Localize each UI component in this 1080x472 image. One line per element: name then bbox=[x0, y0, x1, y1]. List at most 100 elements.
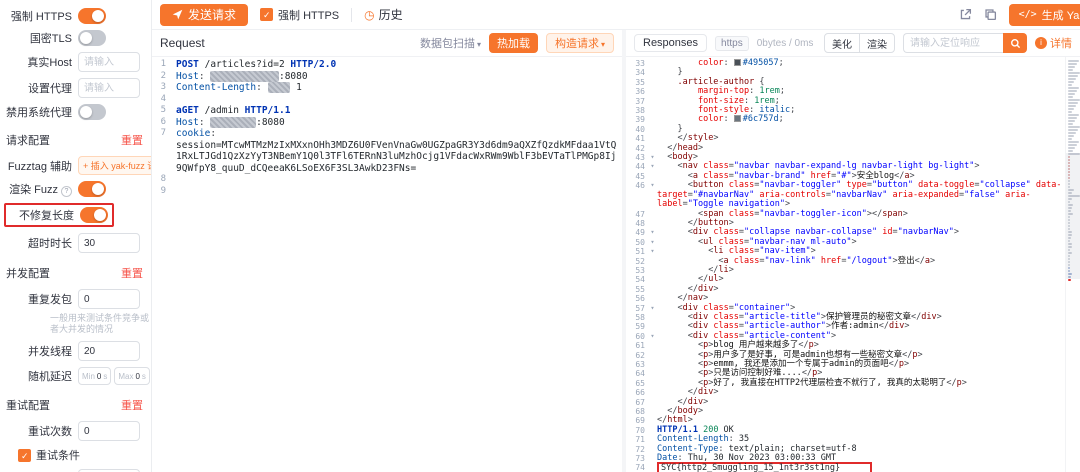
concurrent-config-title: 并发配置 bbox=[6, 268, 50, 280]
line-number: 50 bbox=[635, 237, 645, 247]
fold-icon[interactable]: ▾ bbox=[648, 228, 657, 237]
retry-condition-checkbox[interactable] bbox=[18, 448, 31, 462]
fold-icon[interactable]: ▾ bbox=[648, 332, 657, 341]
fold-icon[interactable]: ▾ bbox=[648, 304, 657, 313]
protocol-tag: https bbox=[715, 35, 749, 51]
line-number: 34 bbox=[635, 68, 645, 78]
detail-button[interactable]: i 详情 bbox=[1035, 35, 1072, 51]
responses-tab[interactable]: Responses bbox=[634, 34, 708, 52]
minimap[interactable] bbox=[1065, 57, 1080, 472]
proxy-input[interactable] bbox=[78, 78, 140, 98]
line-number: 65 bbox=[635, 378, 645, 388]
render-fuzz-label: 渲染 Fuzz? bbox=[4, 181, 72, 197]
generate-yaml-label: 生成 Yaml 模板 bbox=[1041, 9, 1080, 22]
fuzztag-row: Fuzztag 辅助 + 插入 yak-fuzz 语法 bbox=[4, 156, 151, 175]
code-line[interactable]: 74 SYC{http2_Smuggling_15_1nt3r3st1ng} bbox=[626, 462, 1065, 472]
proxy-row: 设置代理 bbox=[4, 78, 145, 98]
generate-yaml-button[interactable]: </> 生成 Yaml 模板 bbox=[1008, 3, 1080, 26]
search-button[interactable] bbox=[1003, 33, 1027, 53]
beautify-button[interactable]: 美化 bbox=[824, 33, 860, 53]
line-number: 59 bbox=[635, 322, 645, 332]
line-number: 54 bbox=[635, 275, 645, 285]
timeout-label: 超时时长 bbox=[28, 238, 72, 250]
code-line[interactable]: 46 ▾ <button class="navbar-toggler" type=… bbox=[626, 180, 1065, 210]
code-line[interactable]: 4 bbox=[152, 94, 622, 106]
line-number: 4 bbox=[160, 93, 166, 104]
request-config-reset-link[interactable]: 重置 bbox=[121, 132, 143, 148]
delay-max-input[interactable]: Max 0 s bbox=[114, 367, 150, 385]
delay-min-input[interactable]: Min 0 s bbox=[78, 367, 112, 385]
code-line[interactable]: 2 Host: ████████████:8080 bbox=[152, 70, 622, 83]
line-number: 62 bbox=[635, 350, 645, 360]
line-number: 73 bbox=[635, 454, 645, 464]
code-line[interactable]: 8 bbox=[152, 174, 622, 186]
packet-scan-dropdown[interactable]: 数据包扫描 ▾ bbox=[420, 35, 481, 51]
fold-icon[interactable]: ▾ bbox=[648, 181, 657, 190]
response-header-actions: 美化 渲染 i 详情 bbox=[824, 33, 1072, 53]
code-line[interactable]: 5 aGET /admin HTTP/1.1 bbox=[152, 105, 622, 117]
line-number: 53 bbox=[635, 265, 645, 275]
code-text: <button class="navbar-toggler" type="but… bbox=[657, 180, 1062, 210]
flag-annotation-box: SYC{http2_Smuggling_15_1nt3r3st1ng} bbox=[657, 462, 873, 472]
repeat-send-input[interactable] bbox=[78, 289, 140, 309]
fold-icon[interactable]: ▾ bbox=[648, 162, 657, 171]
repeat-send-row: 重复发包 bbox=[4, 289, 145, 309]
line-number: 60 bbox=[635, 331, 645, 341]
copy-icon[interactable] bbox=[984, 8, 997, 21]
share-icon[interactable] bbox=[959, 8, 972, 21]
response-search-input[interactable] bbox=[903, 33, 1003, 53]
render-fuzz-toggle[interactable] bbox=[78, 181, 106, 197]
code-line[interactable]: 39 color: #6c757d; bbox=[626, 114, 1065, 125]
line-number: 38 bbox=[635, 106, 645, 116]
gm-tls-label: 国密TLS bbox=[29, 33, 72, 45]
line-number: 72 bbox=[635, 444, 645, 454]
concurrent-config-reset-link[interactable]: 重置 bbox=[121, 265, 143, 281]
line-number: 66 bbox=[635, 388, 645, 398]
code-line[interactable]: 6 Host: ████████:8080 bbox=[152, 116, 622, 129]
system-proxy-label: 禁用系统代理 bbox=[6, 107, 72, 119]
line-number: 49 bbox=[635, 228, 645, 238]
system-proxy-toggle[interactable] bbox=[78, 104, 106, 120]
random-delay-label: 随机延迟 bbox=[28, 371, 72, 383]
render-fuzz-row: 渲染 Fuzz? bbox=[4, 181, 145, 197]
send-request-button[interactable]: 发送请求 bbox=[160, 3, 249, 26]
code-text: aGET /admin HTTP/1.1 bbox=[176, 105, 291, 116]
response-editor[interactable]: 33 color: #495057; 34 } 35 .article-author… bbox=[626, 57, 1065, 472]
timeout-input[interactable] bbox=[78, 233, 140, 253]
insert-yak-fuzz-label: 插入 yak-fuzz 语法 bbox=[90, 161, 151, 171]
no-fix-length-toggle[interactable] bbox=[80, 207, 108, 223]
force-https-toggle[interactable] bbox=[78, 8, 106, 24]
retry-times-input[interactable] bbox=[78, 421, 140, 441]
line-number: 3 bbox=[160, 82, 166, 92]
request-editor[interactable]: 1 POST /articles?id=2 HTTP/2.0 2 Host: ████… bbox=[152, 57, 622, 472]
build-request-button[interactable]: 构造请求 ▾ bbox=[545, 33, 614, 53]
fuzzer-window: 强制 HTTPS 国密TLS 真实Host 设置代理 禁用系统代理 请求配置 重… bbox=[0, 0, 1080, 472]
divider bbox=[351, 7, 353, 22]
code-line[interactable]: 9 bbox=[152, 186, 622, 198]
code-line[interactable]: 1 POST /articles?id=2 HTTP/2.0 bbox=[152, 59, 622, 71]
code-line[interactable]: 33 color: #495057; bbox=[626, 58, 1065, 68]
real-host-input[interactable] bbox=[78, 52, 140, 72]
fold-icon[interactable]: ▾ bbox=[648, 153, 657, 162]
response-search bbox=[903, 33, 1027, 53]
code-line[interactable]: 7 cookie: session=MTcwMTMzMzIxMXxnOHh3MDZ… bbox=[152, 128, 622, 174]
repeat-send-help-text: 一般用来测试条件竞争或者大并发的情况 bbox=[50, 313, 150, 334]
line-number: 8 bbox=[160, 174, 166, 184]
line-number: 74 bbox=[635, 463, 645, 472]
threads-input[interactable] bbox=[78, 341, 140, 361]
minimap-viewport[interactable] bbox=[1066, 153, 1080, 279]
code-text: color: #6c757d; bbox=[697, 114, 784, 125]
force-https-checkbox-row[interactable]: 强制 HTTPS bbox=[260, 7, 339, 23]
fold-icon[interactable]: ▾ bbox=[648, 238, 657, 247]
history-button[interactable]: ◷ 历史 bbox=[364, 6, 403, 23]
line-number: 37 bbox=[635, 96, 645, 106]
retry-config-reset-link[interactable]: 重置 bbox=[121, 397, 143, 413]
force-https-checkbox[interactable] bbox=[260, 8, 274, 21]
fold-icon[interactable]: ▾ bbox=[648, 247, 657, 256]
line-number: 57 bbox=[635, 303, 645, 313]
gm-tls-toggle[interactable] bbox=[78, 30, 106, 46]
render-button[interactable]: 渲染 bbox=[859, 33, 895, 53]
insert-yak-fuzz-button[interactable]: + 插入 yak-fuzz 语法 bbox=[78, 156, 151, 175]
hot-reload-button[interactable]: 热加载 bbox=[488, 33, 538, 53]
code-line[interactable]: 3 Content-Length: ████ 1 bbox=[152, 82, 622, 94]
